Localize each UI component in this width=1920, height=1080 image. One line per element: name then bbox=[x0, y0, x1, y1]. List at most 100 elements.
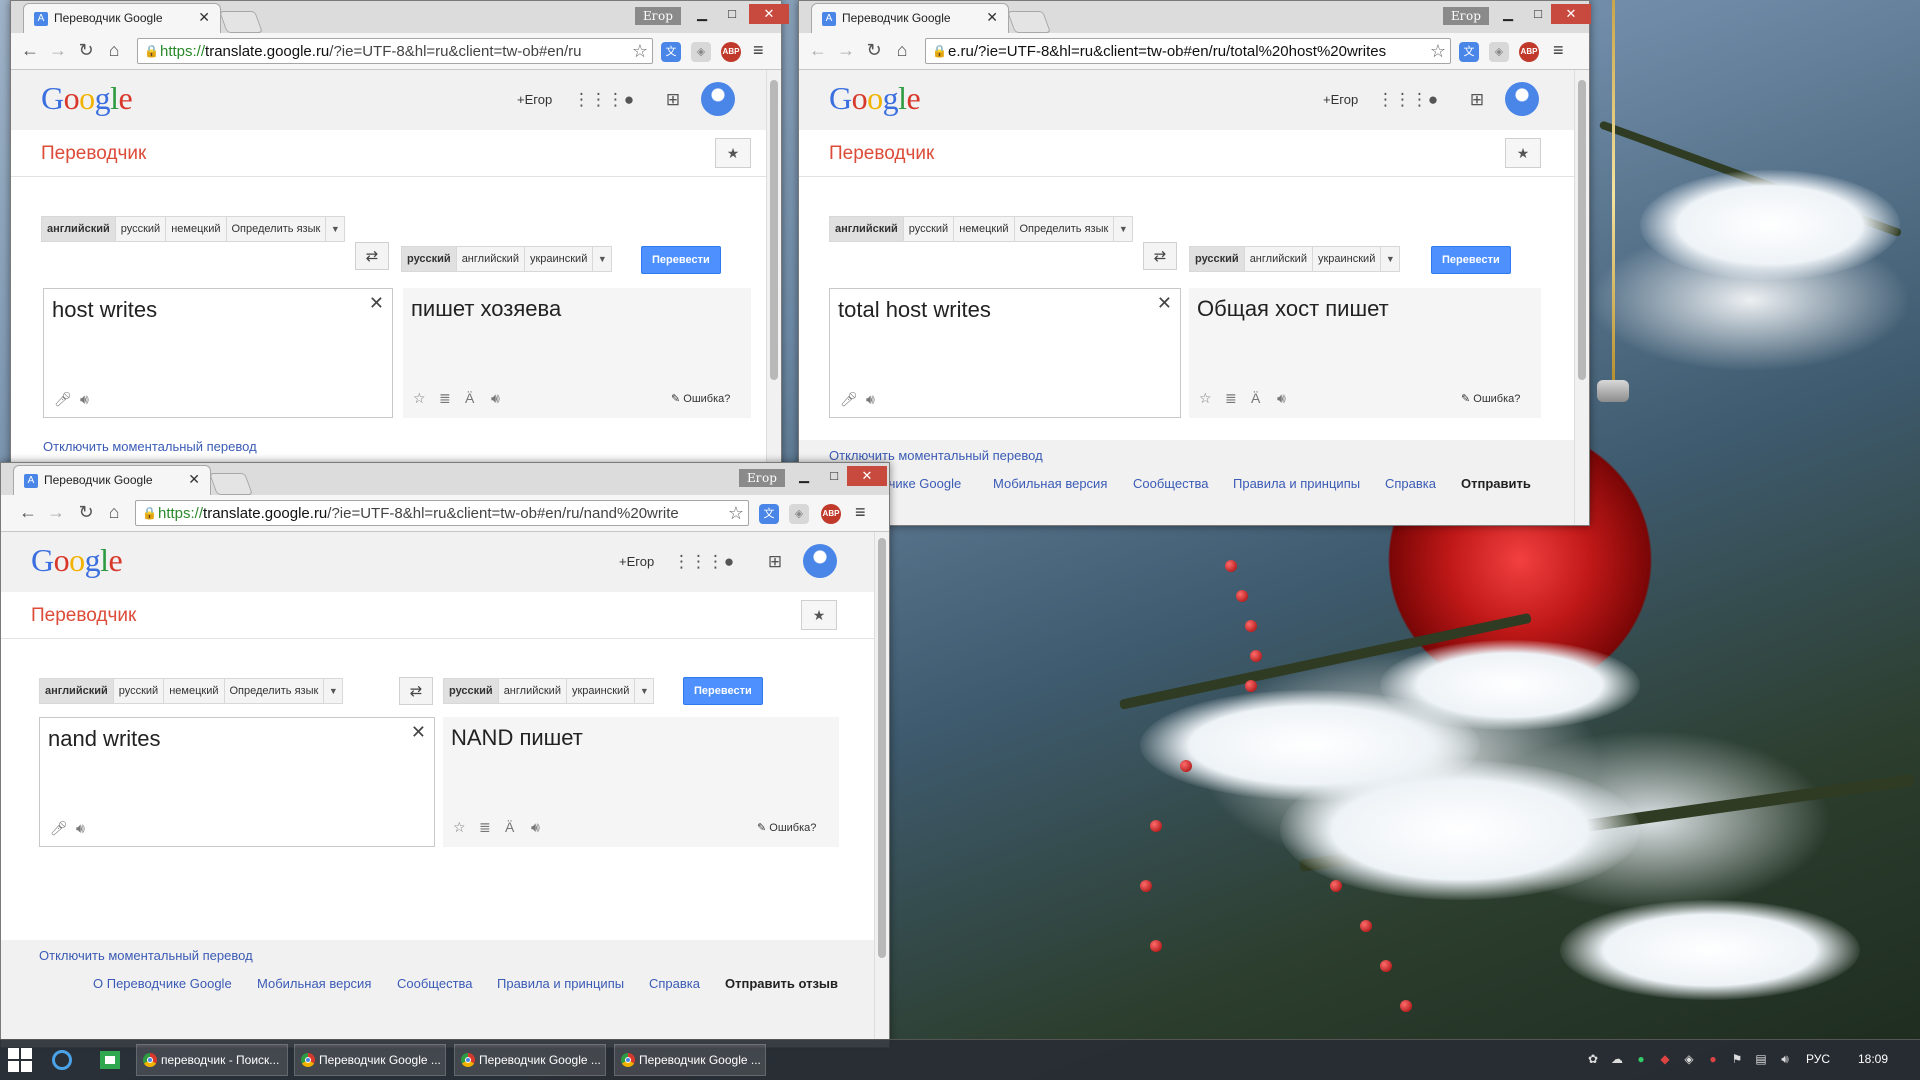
apps-grid-icon[interactable]: ⋮⋮⋮ bbox=[673, 550, 724, 574]
microphone-icon[interactable]: 🎤︎ bbox=[840, 391, 858, 408]
dictionary-icon[interactable]: ≣ bbox=[439, 390, 451, 407]
cloud-icon[interactable]: ☁ bbox=[1610, 1052, 1624, 1066]
footer-mobile-link[interactable]: Мобильная версия bbox=[257, 976, 371, 991]
adblock-icon[interactable]: ABP bbox=[721, 42, 741, 62]
tgt-lang-dropdown-icon[interactable]: ▼ bbox=[1381, 247, 1399, 271]
profile-badge[interactable]: Егор bbox=[635, 7, 681, 25]
file-explorer-icon[interactable] bbox=[96, 1046, 124, 1074]
apps-grid-icon[interactable]: ⋮⋮⋮ bbox=[573, 88, 624, 112]
tray-app-icon[interactable]: ✿ bbox=[1586, 1052, 1600, 1066]
phrasebook-icon[interactable]: ★ bbox=[801, 600, 837, 630]
tab-close-icon[interactable]: ✕ bbox=[188, 471, 200, 488]
tab[interactable]: A Переводчик Google ✕ bbox=[13, 465, 211, 495]
tray-record-icon[interactable]: ● bbox=[1706, 1052, 1720, 1066]
minimize-button[interactable]: ▁ bbox=[1493, 4, 1523, 24]
plus-user-link[interactable]: +Егор bbox=[1323, 92, 1358, 107]
dictionary-icon[interactable]: ≣ bbox=[1225, 390, 1237, 407]
src-lang-russian[interactable]: русский bbox=[116, 217, 167, 241]
source-textarea[interactable]: nand writes ✕ 🎤︎ 🔊︎ bbox=[39, 717, 435, 847]
microphone-icon[interactable]: 🎤︎ bbox=[50, 820, 68, 837]
google-logo[interactable]: Google bbox=[829, 80, 921, 117]
notifications-icon[interactable]: ● bbox=[1421, 88, 1445, 112]
tgt-lang-english[interactable]: английский bbox=[499, 679, 567, 703]
bookmark-star-icon[interactable]: ☆ bbox=[1430, 41, 1446, 62]
maximize-button[interactable]: □ bbox=[1523, 4, 1553, 24]
taskbar-item-search[interactable]: переводчик - Поиск... bbox=[136, 1044, 288, 1076]
dictionary-icon[interactable]: ≣ bbox=[479, 819, 491, 836]
google-logo[interactable]: Google bbox=[41, 80, 133, 117]
back-arrow-icon[interactable]: ← bbox=[807, 39, 829, 61]
tab[interactable]: A Переводчик Google ✕ bbox=[811, 3, 1009, 33]
start-button[interactable] bbox=[8, 1048, 32, 1072]
footer-policies-link[interactable]: Правила и принципы bbox=[497, 976, 624, 991]
home-icon[interactable]: ⌂ bbox=[891, 39, 913, 61]
address-bar[interactable]: 🔒 https://translate.google.ru/?ie=UTF-8&… bbox=[137, 38, 653, 64]
tgt-lang-russian[interactable]: русский bbox=[1190, 247, 1245, 271]
phrasebook-icon[interactable]: ★ bbox=[715, 138, 751, 168]
footer-policies-link[interactable]: Правила и принципы bbox=[1233, 476, 1360, 491]
internet-explorer-icon[interactable] bbox=[48, 1046, 76, 1074]
home-icon[interactable]: ⌂ bbox=[103, 39, 125, 61]
volume-icon[interactable]: 🔊︎ bbox=[1778, 1052, 1792, 1066]
report-error-link[interactable]: ✎ Ошибка? bbox=[757, 821, 816, 834]
src-lang-german[interactable]: немецкий bbox=[954, 217, 1015, 241]
clear-text-icon[interactable]: ✕ bbox=[1157, 293, 1172, 314]
tgt-lang-ukrainian[interactable]: украинский bbox=[525, 247, 594, 271]
share-icon[interactable]: ⊞ bbox=[763, 550, 787, 574]
star-icon[interactable]: ☆ bbox=[413, 390, 426, 407]
source-textarea[interactable]: total host writes ✕ 🎤︎ 🔊︎ bbox=[829, 288, 1181, 418]
titlebar[interactable]: A Переводчик Google ✕ Егор ▁ □ ✕ bbox=[799, 1, 1591, 33]
apps-grid-icon[interactable]: ⋮⋮⋮ bbox=[1377, 88, 1428, 112]
listen-icon[interactable]: 🔊︎ bbox=[76, 820, 85, 837]
address-bar[interactable]: 🔒 https://translate.google.ru/?ie=UTF-8&… bbox=[135, 500, 749, 526]
minimize-button[interactable]: ▁ bbox=[789, 466, 819, 486]
tray-green-icon[interactable]: ● bbox=[1634, 1052, 1648, 1066]
network-icon[interactable]: ▤ bbox=[1754, 1052, 1768, 1066]
src-lang-english[interactable]: английский bbox=[42, 217, 116, 241]
transliteration-icon[interactable]: Ä bbox=[505, 819, 514, 835]
scrollbar[interactable] bbox=[874, 532, 889, 1047]
input-language-indicator[interactable]: РУС bbox=[1806, 1052, 1830, 1066]
tray-red-icon[interactable]: ◆ bbox=[1658, 1052, 1672, 1066]
translate-extension-icon[interactable]: 文 bbox=[1459, 42, 1479, 62]
shield-extension-icon[interactable]: ◈ bbox=[1489, 42, 1509, 62]
plus-user-link[interactable]: +Егор bbox=[517, 92, 552, 107]
avatar[interactable] bbox=[1505, 82, 1539, 116]
titlebar[interactable]: A Переводчик Google ✕ Егор ▁ □ ✕ bbox=[11, 1, 789, 33]
reload-icon[interactable]: ↻ bbox=[75, 39, 97, 61]
src-lang-detect[interactable]: Определить язык bbox=[1015, 217, 1115, 241]
report-error-link[interactable]: ✎ Ошибка? bbox=[1461, 392, 1520, 405]
footer-about-link[interactable]: дчике Google bbox=[881, 476, 961, 491]
disable-instant-link[interactable]: Отключить моментальный перевод bbox=[39, 948, 253, 963]
notifications-icon[interactable]: ● bbox=[717, 550, 741, 574]
new-tab-button[interactable] bbox=[208, 473, 254, 495]
translate-button[interactable]: Перевести bbox=[683, 677, 763, 705]
translate-button[interactable]: Перевести bbox=[641, 246, 721, 274]
swap-languages-icon[interactable]: ⇄ bbox=[355, 242, 389, 270]
forward-arrow-icon[interactable]: → bbox=[45, 501, 67, 523]
tgt-lang-russian[interactable]: русский bbox=[444, 679, 499, 703]
share-icon[interactable]: ⊞ bbox=[661, 88, 685, 112]
plus-user-link[interactable]: +Егор bbox=[619, 554, 654, 569]
address-bar[interactable]: 🔒 e.ru/?ie=UTF-8&hl=ru&client=tw-ob#en/r… bbox=[925, 38, 1451, 64]
tgt-lang-ukrainian[interactable]: украинский bbox=[1313, 247, 1382, 271]
tgt-lang-ukrainian[interactable]: украинский bbox=[567, 679, 636, 703]
google-logo[interactable]: Google bbox=[31, 542, 123, 579]
listen-translation-icon[interactable]: 🔊︎ bbox=[491, 390, 500, 407]
scrollbar[interactable] bbox=[766, 70, 781, 471]
back-arrow-icon[interactable]: ← bbox=[19, 39, 41, 61]
src-lang-dropdown-icon[interactable]: ▼ bbox=[324, 679, 342, 703]
src-lang-english[interactable]: английский bbox=[830, 217, 904, 241]
src-lang-dropdown-icon[interactable]: ▼ bbox=[326, 217, 344, 241]
footer-communities-link[interactable]: Сообщества bbox=[397, 976, 473, 991]
translate-button[interactable]: Перевести bbox=[1431, 246, 1511, 274]
adblock-icon[interactable]: ABP bbox=[1519, 42, 1539, 62]
listen-icon[interactable]: 🔊︎ bbox=[866, 391, 875, 408]
listen-icon[interactable]: 🔊︎ bbox=[80, 391, 89, 408]
tab-close-icon[interactable]: ✕ bbox=[198, 9, 210, 26]
new-tab-button[interactable] bbox=[1006, 11, 1052, 33]
forward-arrow-icon[interactable]: → bbox=[835, 39, 857, 61]
src-lang-detect[interactable]: Определить язык bbox=[227, 217, 327, 241]
clear-text-icon[interactable]: ✕ bbox=[369, 293, 384, 314]
tab-close-icon[interactable]: ✕ bbox=[986, 9, 998, 26]
